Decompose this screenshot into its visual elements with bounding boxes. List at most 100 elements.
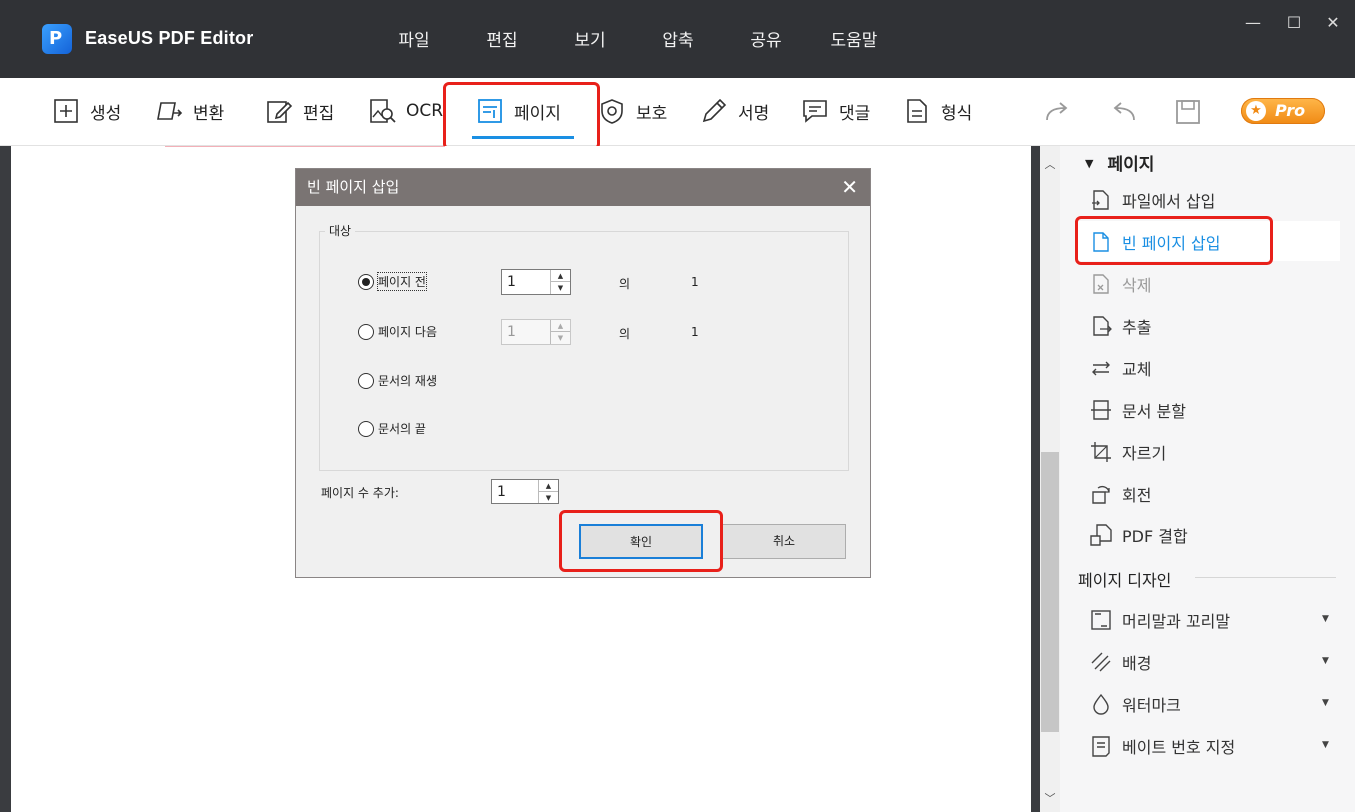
section-divider bbox=[1195, 577, 1336, 578]
total-pages: 1 bbox=[691, 325, 699, 339]
radio-document-end[interactable]: 문서의 끝 bbox=[358, 420, 426, 437]
panel-bates-number[interactable]: 베이트 번호 지정 bbox=[1090, 732, 1330, 760]
menu-view[interactable]: 보기 bbox=[546, 26, 634, 51]
radio-button[interactable] bbox=[358, 273, 374, 290]
tool-create[interactable]: 생성 bbox=[52, 94, 121, 128]
tool-convert-label: 변환 bbox=[193, 103, 225, 124]
tool-edit-label: 편집 bbox=[303, 103, 335, 124]
panel-delete-page[interactable]: 삭제 bbox=[1090, 270, 1330, 298]
bates-number-icon bbox=[1092, 736, 1110, 757]
tool-comment-label: 댓글 bbox=[839, 103, 871, 124]
ocr-icon bbox=[370, 99, 396, 123]
insert-from-file-icon bbox=[1092, 190, 1109, 210]
panel-watermark[interactable]: 워터마크 bbox=[1090, 690, 1330, 718]
stepper-up-icon[interactable]: ▲ bbox=[551, 320, 570, 332]
radio-button[interactable] bbox=[358, 420, 374, 437]
split-icon bbox=[1091, 400, 1111, 420]
add-count-stepper[interactable]: 1 ▲ ▼ bbox=[491, 479, 559, 504]
tool-comment[interactable]: 댓글 bbox=[801, 94, 870, 128]
undo-icon[interactable] bbox=[1108, 98, 1138, 126]
blank-page-icon bbox=[1093, 232, 1109, 252]
plus-square-icon bbox=[54, 99, 78, 123]
tool-page-label: 페이지 bbox=[514, 103, 561, 124]
of-label: 의 bbox=[619, 277, 631, 291]
replace-icon bbox=[1092, 361, 1110, 376]
tool-page[interactable]: 페이지 bbox=[476, 94, 561, 128]
add-count-label: 페이지 수 추가: bbox=[321, 486, 399, 500]
save-icon[interactable] bbox=[1174, 98, 1202, 126]
watermark-icon bbox=[1093, 693, 1109, 715]
menu-file[interactable]: 파일 bbox=[370, 26, 458, 51]
pen-icon bbox=[702, 98, 727, 123]
collapse-caret-icon: ▼ bbox=[1085, 157, 1094, 170]
radio-button[interactable] bbox=[358, 323, 374, 340]
panel-split[interactable]: 문서 분할 bbox=[1090, 396, 1330, 424]
tool-convert[interactable]: 변환 bbox=[155, 94, 224, 128]
tool-sign-label: 서명 bbox=[738, 103, 770, 124]
after-page-stepper[interactable]: 1 ▲ ▼ bbox=[501, 319, 571, 345]
tool-ocr[interactable]: OCR bbox=[368, 94, 443, 128]
before-page-stepper[interactable]: 1 ▲ ▼ bbox=[501, 269, 571, 295]
document-edge-right bbox=[1031, 146, 1040, 812]
redo-icon[interactable] bbox=[1043, 98, 1073, 126]
stepper-down-icon[interactable]: ▼ bbox=[539, 492, 558, 504]
dropdown-arrow-icon[interactable]: ▼ bbox=[1322, 698, 1329, 708]
page-section-header[interactable]: ▼ 페이지 bbox=[1085, 150, 1154, 175]
total-pages: 1 bbox=[691, 275, 699, 289]
scroll-up-arrow-icon[interactable]: ︿ bbox=[1040, 156, 1060, 174]
scroll-thumb[interactable] bbox=[1041, 452, 1059, 732]
panel-background[interactable]: 배경 bbox=[1090, 648, 1330, 676]
tool-ocr-label: OCR bbox=[406, 101, 444, 121]
menu-help[interactable]: 도움말 bbox=[810, 26, 898, 51]
panel-extract[interactable]: 추출 bbox=[1090, 312, 1330, 340]
tool-create-label: 생성 bbox=[90, 103, 122, 124]
stepper-up-icon[interactable]: ▲ bbox=[551, 270, 570, 282]
delete-page-icon bbox=[1093, 274, 1109, 294]
panel-merge-pdf[interactable]: PDF 결합 bbox=[1090, 521, 1330, 549]
radio-document-start[interactable]: 문서의 재생 bbox=[358, 372, 437, 389]
tool-protect-label: 보호 bbox=[636, 103, 668, 124]
dropdown-arrow-icon[interactable]: ▼ bbox=[1322, 656, 1329, 666]
stepper-down-icon[interactable]: ▼ bbox=[551, 332, 570, 344]
cancel-button[interactable]: 취소 bbox=[722, 524, 846, 559]
tool-form[interactable]: 형식 bbox=[903, 94, 972, 128]
close-window-button[interactable]: ✕ bbox=[1316, 10, 1350, 36]
pro-badge[interactable]: ★ Pro bbox=[1241, 98, 1325, 124]
page-icon bbox=[478, 99, 502, 123]
app-title: EaseUS PDF Editor bbox=[85, 28, 254, 48]
edit-pen-icon bbox=[267, 101, 293, 123]
panel-header-footer[interactable]: 머리말과 꼬리말 bbox=[1090, 606, 1330, 634]
radio-before-page[interactable]: 페이지 전 bbox=[358, 272, 427, 291]
stepper-up-icon[interactable]: ▲ bbox=[539, 480, 558, 492]
dropdown-arrow-icon[interactable]: ▼ bbox=[1322, 740, 1329, 750]
toolbar: 생성 변환 편집 OCR 페이지 보호 서명 댓글 형식 bbox=[0, 78, 1355, 146]
dropdown-arrow-icon[interactable]: ▼ bbox=[1322, 614, 1329, 624]
menu-edit[interactable]: 편집 bbox=[458, 26, 546, 51]
panel-rotate[interactable]: 회전 bbox=[1090, 480, 1330, 508]
ok-button[interactable]: 확인 bbox=[579, 524, 703, 559]
header-footer-icon bbox=[1091, 610, 1111, 630]
of-label: 의 bbox=[619, 327, 631, 341]
panel-insert-from-file[interactable]: 파일에서 삽입 bbox=[1090, 186, 1330, 214]
menu-compress[interactable]: 압축 bbox=[634, 26, 722, 51]
menu-share[interactable]: 공유 bbox=[722, 26, 810, 51]
scroll-down-arrow-icon[interactable]: ﹀ bbox=[1040, 790, 1060, 808]
maximize-button[interactable]: ☐ bbox=[1277, 10, 1311, 36]
form-icon bbox=[907, 99, 927, 123]
panel-crop[interactable]: 자르기 bbox=[1090, 438, 1330, 466]
panel-insert-blank-page[interactable]: 빈 페이지 삽입 bbox=[1090, 228, 1330, 256]
star-icon: ★ bbox=[1246, 101, 1266, 121]
radio-button[interactable] bbox=[358, 372, 374, 389]
merge-icon bbox=[1090, 524, 1112, 546]
dialog-close-icon[interactable]: ✕ bbox=[841, 174, 858, 200]
app-logo-icon: P bbox=[42, 24, 72, 54]
extract-icon bbox=[1093, 316, 1112, 336]
tool-sign[interactable]: 서명 bbox=[700, 94, 769, 128]
radio-after-page[interactable]: 페이지 다음 bbox=[358, 323, 437, 340]
panel-replace[interactable]: 교체 bbox=[1090, 354, 1330, 382]
stepper-down-icon[interactable]: ▼ bbox=[551, 282, 570, 294]
minimize-button[interactable]: — bbox=[1236, 10, 1270, 36]
tool-protect[interactable]: 보호 bbox=[598, 94, 667, 128]
tool-form-label: 형식 bbox=[941, 103, 973, 124]
tool-edit[interactable]: 편집 bbox=[265, 94, 334, 128]
